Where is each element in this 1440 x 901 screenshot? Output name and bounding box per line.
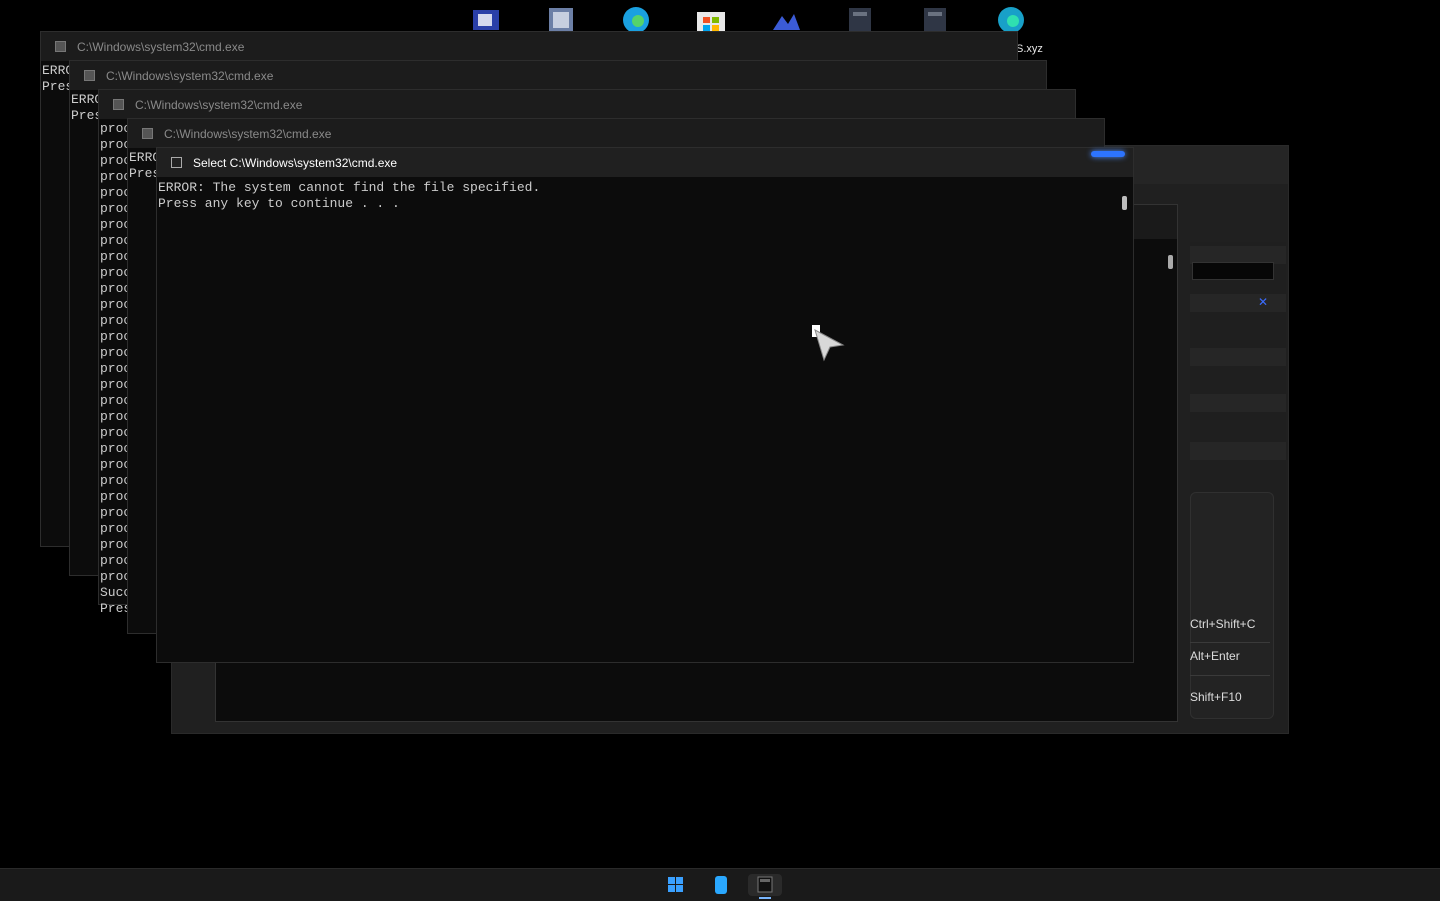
- start-button[interactable]: [664, 874, 688, 896]
- cmd-icon: [171, 157, 182, 168]
- files-app-icon: [715, 876, 727, 894]
- cmd-window-active[interactable]: Select C:\Windows\system32\cmd.exe ERROR…: [156, 147, 1134, 663]
- console-line: Press any key to continue . . .: [158, 196, 400, 211]
- desktop-icon-7[interactable]: [920, 6, 952, 34]
- desktop-icon-6[interactable]: [845, 6, 877, 34]
- console-line: ERROR: The system cannot find the file s…: [158, 180, 541, 195]
- desktop-shortcut-label: S.xyz: [1016, 43, 1043, 55]
- cmd-window-title: C:\Windows\system32\cmd.exe: [135, 97, 303, 112]
- cmd-icon: [84, 70, 95, 81]
- cmd-window-titlebar[interactable]: C:\Windows\system32\cmd.exe: [41, 32, 1017, 61]
- cmd-icon: [113, 99, 124, 110]
- menu-row[interactable]: [1190, 394, 1286, 412]
- cmd-window-title: C:\Windows\system32\cmd.exe: [106, 68, 274, 83]
- desktop-icon-2[interactable]: [545, 6, 577, 34]
- cmd-icon: [55, 41, 66, 52]
- edge-dev-icon: [998, 7, 1024, 33]
- menu-search-input[interactable]: [1192, 262, 1274, 280]
- context-menu: ✕ Ctrl+Shift+C Alt+Enter Shift+F10: [1190, 242, 1286, 720]
- cmd-window-title: C:\Windows\system32\cmd.exe: [164, 126, 332, 141]
- cmd-window-titlebar[interactable]: C:\Windows\system32\cmd.exe: [128, 119, 1104, 148]
- desktop-icon-4[interactable]: [695, 6, 727, 34]
- menu-separator: [1190, 675, 1270, 676]
- active-indicator: [759, 897, 771, 899]
- cmd-window-title: Select C:\Windows\system32\cmd.exe: [193, 155, 398, 170]
- fullscreen-shortcut-label[interactable]: Alt+Enter: [1190, 649, 1240, 663]
- app-icon-2: [549, 8, 573, 32]
- menu-separator: [1190, 642, 1270, 643]
- app-icon-1: [473, 10, 499, 30]
- console-output[interactable]: ERROR: The system cannot find the file s…: [157, 177, 1133, 214]
- cmd-window-titlebar[interactable]: Select C:\Windows\system32\cmd.exe: [157, 148, 1133, 177]
- minimize-button[interactable]: [1091, 151, 1125, 157]
- cmd-window-titlebar[interactable]: C:\Windows\system32\cmd.exe: [99, 90, 1075, 119]
- terminal-app-button[interactable]: [748, 874, 782, 899]
- desktop-icon-8[interactable]: [995, 6, 1027, 34]
- cmd-window-titlebar[interactable]: C:\Windows\system32\cmd.exe: [70, 61, 1046, 90]
- store-icon: [697, 12, 725, 34]
- terminal-app-icon: [757, 876, 773, 893]
- cmd-icon: [142, 128, 153, 139]
- background-scrollbar[interactable]: [1168, 255, 1173, 269]
- desktop-icon-5[interactable]: [770, 6, 802, 34]
- app-icon-7: [924, 8, 946, 32]
- app-icon-5: [773, 14, 800, 30]
- windows-logo-icon: [668, 877, 683, 892]
- edge-icon: [623, 7, 649, 33]
- mouse-pointer-icon: [812, 325, 845, 362]
- files-app-button[interactable]: [709, 874, 733, 896]
- menu-row[interactable]: [1190, 348, 1286, 366]
- vertical-scrollbar[interactable]: [1122, 196, 1127, 210]
- menu-row[interactable]: [1190, 442, 1286, 460]
- app-icon-6: [849, 8, 871, 32]
- desktop-icon-1[interactable]: [470, 6, 502, 34]
- context-shortcut-label[interactable]: Shift+F10: [1190, 690, 1242, 704]
- desktop-icon-3[interactable]: [620, 6, 652, 34]
- taskbar: [0, 868, 1440, 901]
- close-icon[interactable]: ✕: [1258, 296, 1274, 308]
- cmd-window-title: C:\Windows\system32\cmd.exe: [77, 39, 245, 54]
- copy-shortcut-label[interactable]: Ctrl+Shift+C: [1190, 617, 1255, 631]
- menu-shortcut-card: [1190, 492, 1274, 719]
